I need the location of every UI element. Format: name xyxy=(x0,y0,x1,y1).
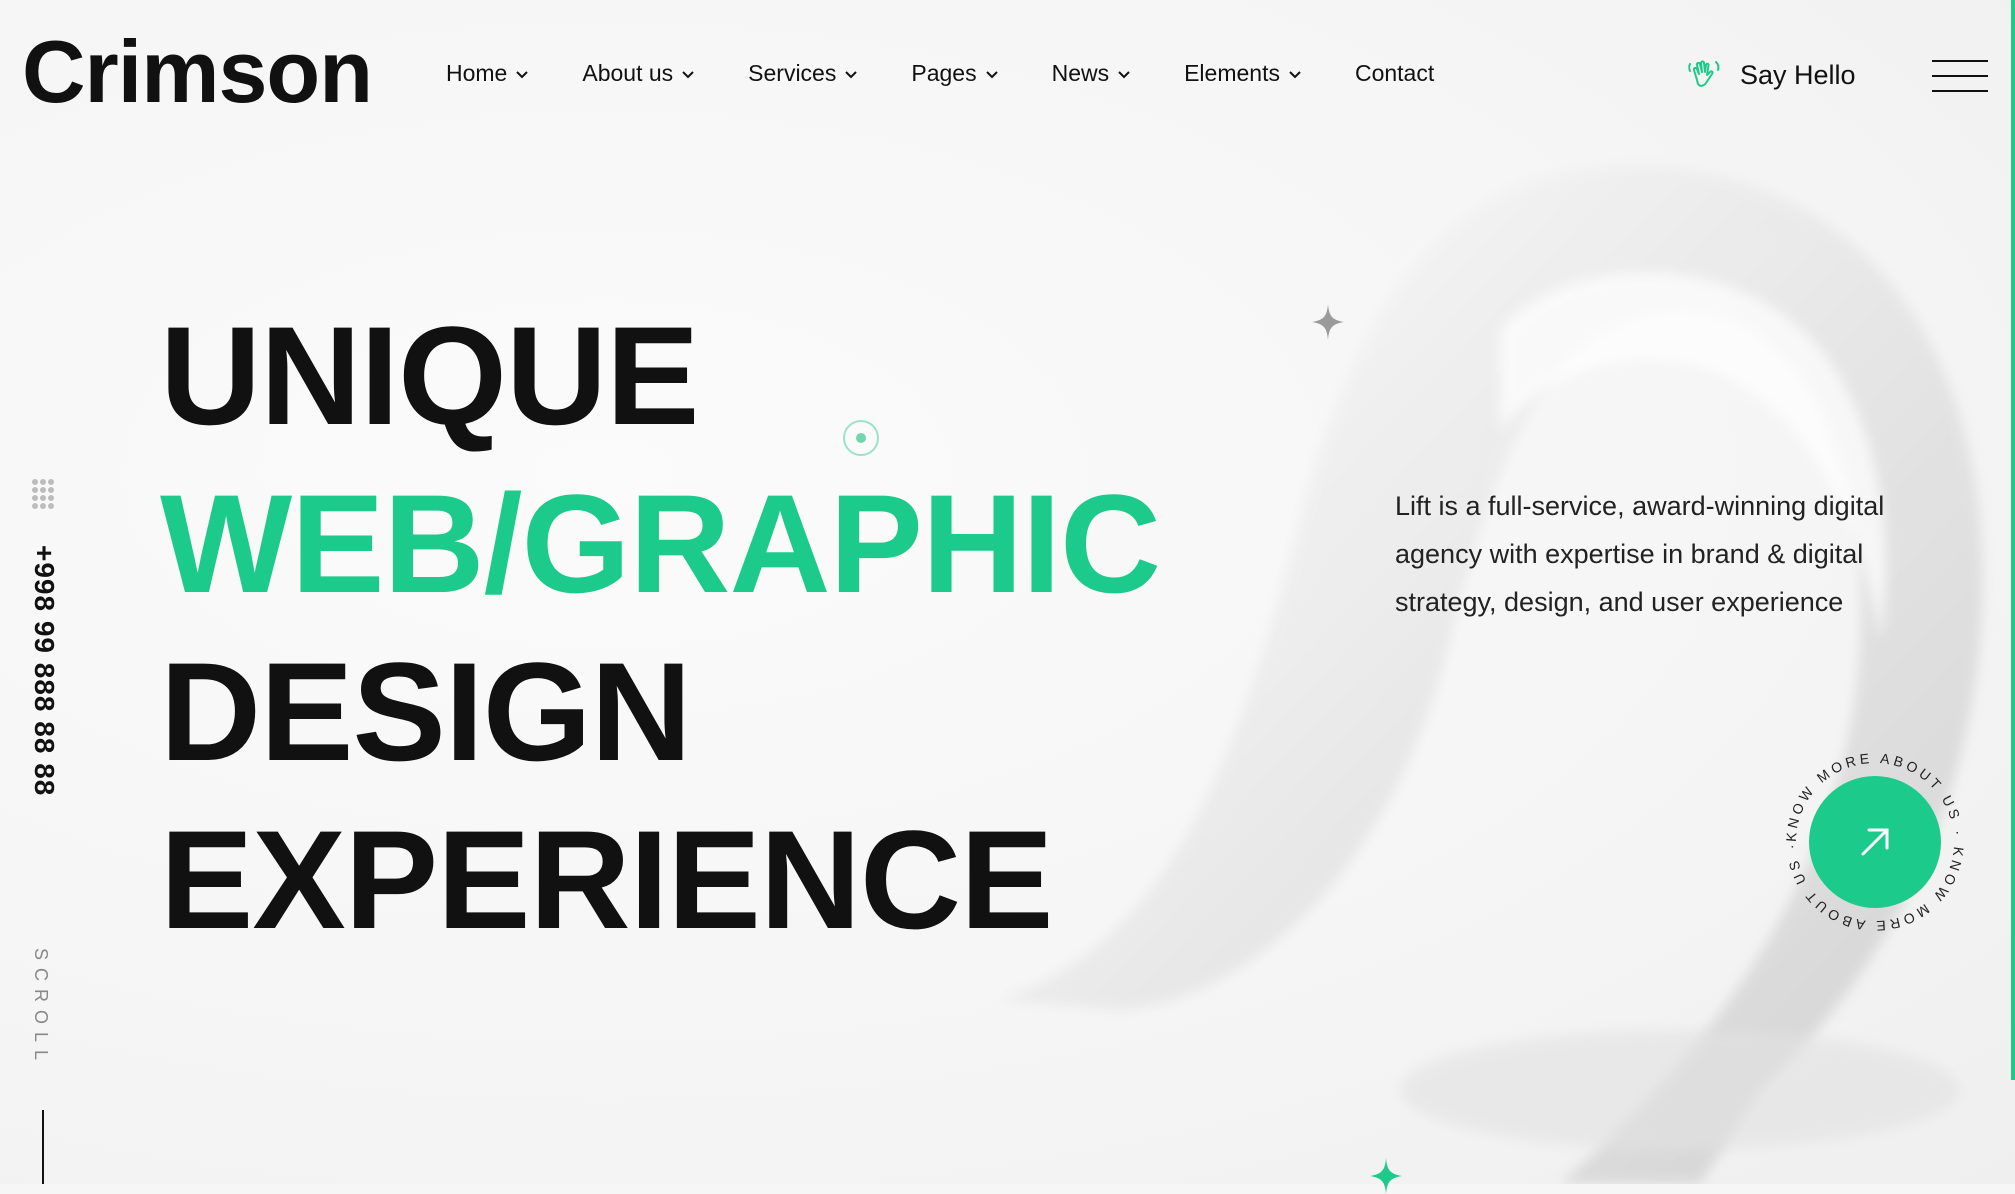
chevron-down-icon xyxy=(1118,70,1130,78)
hero-description: Lift is a full-service, award-winning di… xyxy=(1395,491,1885,617)
nav-item-services[interactable]: Services xyxy=(748,60,858,87)
chevron-down-icon xyxy=(1289,70,1301,78)
say-hello-label: Say Hello xyxy=(1740,59,1856,90)
chevron-down-icon xyxy=(682,70,694,78)
hamburger-menu-icon[interactable] xyxy=(1932,60,1988,92)
hero-line-3: DESIGN xyxy=(160,633,692,790)
nav-item-label: Pages xyxy=(911,60,977,86)
scroll-progress-bar xyxy=(2011,0,2015,1080)
chevron-down-icon xyxy=(845,70,858,78)
nav-item-label: Home xyxy=(446,60,508,86)
sparkle-icon xyxy=(1312,304,1344,340)
nav-item-label: Elements xyxy=(1184,60,1280,86)
main-nav: Home About us Services Pages News Elemen… xyxy=(446,60,1487,87)
know-more-circle-button[interactable]: KNOW MORE ABOUT US · KNOW MORE ABOUT US … xyxy=(1785,752,1965,932)
nav-item-elements[interactable]: Elements xyxy=(1184,60,1302,87)
nav-item-label: About us xyxy=(582,60,674,86)
hero-line-4: EXPERIENCE xyxy=(160,801,1053,958)
sparkle-icon xyxy=(1370,1158,1402,1194)
hero-headline: UNIQUE WEB/GRAPHIC DESIGN EXPERIENCE xyxy=(160,292,1161,964)
grid-dots-icon xyxy=(32,479,54,509)
phone-number[interactable]: +998 99 888 88 88 xyxy=(28,545,60,796)
hero-line-1: UNIQUE xyxy=(160,297,699,454)
nav-item-contact[interactable]: Contact xyxy=(1355,60,1434,87)
say-hello-button[interactable]: Say Hello xyxy=(1686,56,1856,94)
nav-item-pages[interactable]: Pages xyxy=(911,60,998,87)
scroll-indicator-label: SCROLL xyxy=(31,948,51,1069)
target-dot-icon xyxy=(843,420,879,456)
nav-item-about[interactable]: About us xyxy=(582,60,695,87)
hero-line-2: WEB/GRAPHIC xyxy=(160,465,1161,622)
scroll-indicator-line xyxy=(42,1110,44,1184)
nav-item-news[interactable]: News xyxy=(1052,60,1132,87)
nav-item-home[interactable]: Home xyxy=(446,60,529,87)
waving-hand-icon xyxy=(1688,60,1720,87)
nav-item-label: News xyxy=(1051,60,1110,86)
chevron-down-icon xyxy=(516,70,529,78)
chevron-down-icon xyxy=(985,70,998,78)
nav-item-label: Services xyxy=(748,60,837,86)
logo[interactable]: Crimson xyxy=(22,28,373,116)
nav-item-label: Contact xyxy=(1354,60,1435,86)
